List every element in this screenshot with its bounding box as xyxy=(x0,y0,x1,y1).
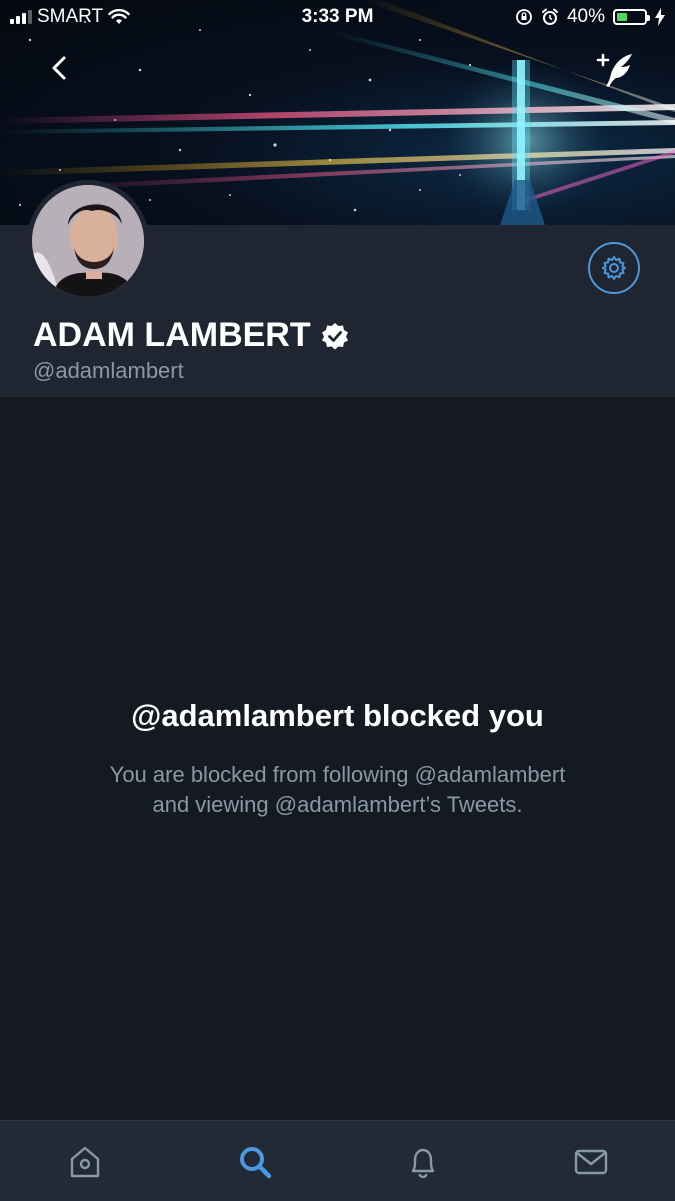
avatar[interactable] xyxy=(27,180,149,302)
status-right: 40% xyxy=(515,6,665,28)
profile-photo xyxy=(32,185,144,297)
back-button[interactable] xyxy=(40,48,80,88)
profile-display-name: ADAM LAMBERT xyxy=(33,316,349,355)
compose-tweet-button[interactable] xyxy=(592,48,640,92)
battery-percent: 40% xyxy=(566,6,605,27)
status-bar: SMART 3:33 PM 40% xyxy=(0,0,675,36)
blocked-description-line-2: and viewing @adamlambert’s Tweets. xyxy=(152,792,523,817)
blocked-title: @adamlambert blocked you xyxy=(131,698,544,733)
battery-level-fill xyxy=(617,13,627,21)
bell-icon xyxy=(411,1148,435,1179)
tab-notifications[interactable] xyxy=(398,1137,448,1187)
compose-tweet-icon xyxy=(596,53,632,87)
charging-bolt-icon xyxy=(655,8,665,26)
display-name-text: ADAM LAMBERT xyxy=(33,316,311,354)
orientation-lock-icon xyxy=(516,9,532,25)
search-icon xyxy=(240,1147,272,1179)
home-icon xyxy=(70,1146,100,1178)
blocked-description: You are blocked from following @adamlamb… xyxy=(60,760,615,820)
tab-search[interactable] xyxy=(230,1137,280,1187)
tab-messages[interactable] xyxy=(566,1137,616,1187)
bottom-tab-bar xyxy=(0,1120,675,1201)
tab-home[interactable] xyxy=(60,1137,110,1187)
blocked-description-line-1: You are blocked from following @adamlamb… xyxy=(109,762,566,787)
profile-handle: @adamlambert xyxy=(33,358,184,383)
alarm-icon xyxy=(541,8,558,25)
profile-settings-button[interactable] xyxy=(588,242,640,294)
gear-icon xyxy=(602,256,626,280)
chevron-left-icon xyxy=(52,56,66,80)
avatar-image xyxy=(32,185,144,297)
verified-badge-icon xyxy=(321,322,348,349)
envelope-icon xyxy=(574,1149,608,1175)
battery-icon xyxy=(613,9,650,25)
